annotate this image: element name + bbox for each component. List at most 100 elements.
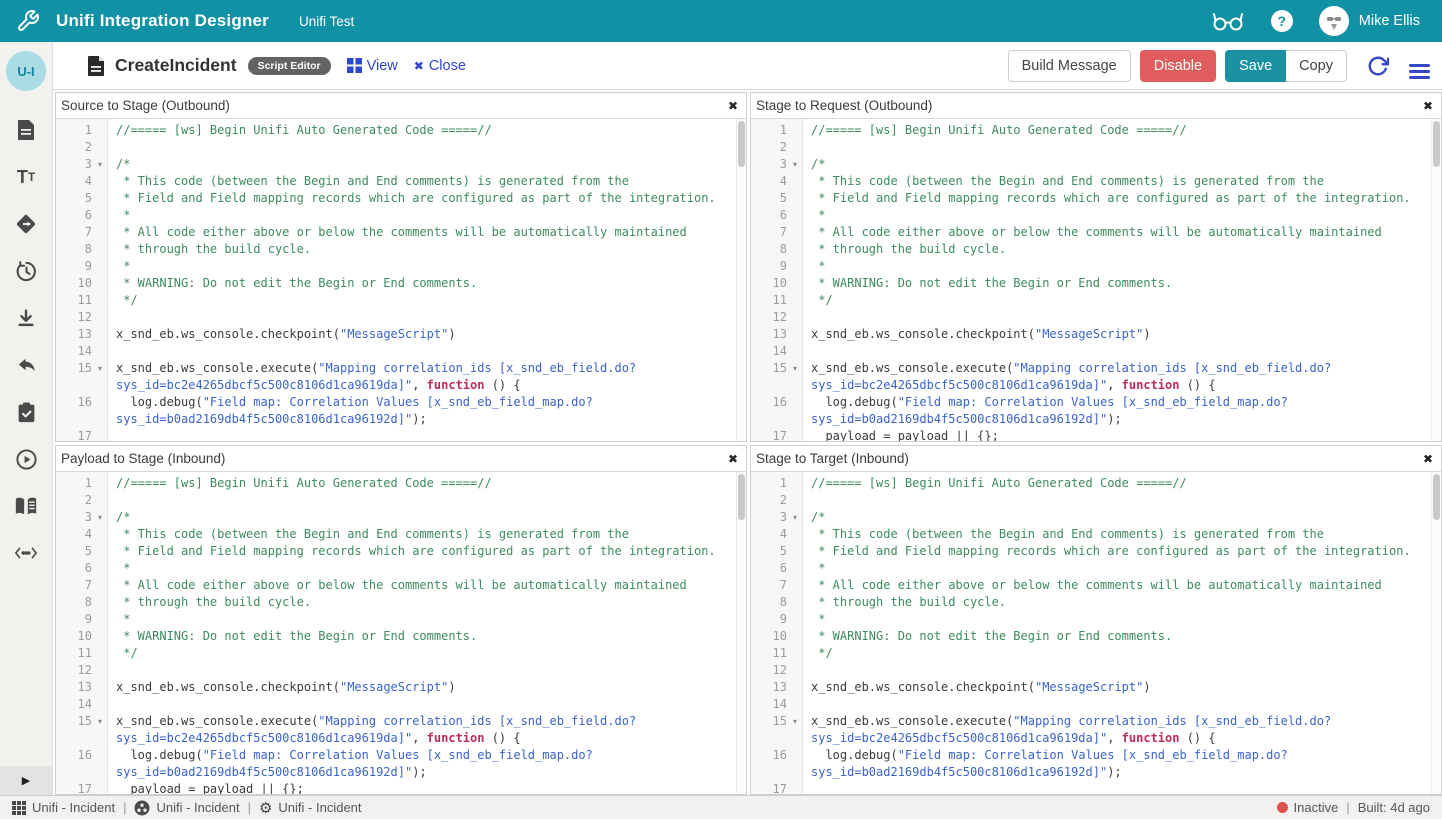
code-text[interactable]: x_snd_eb.ws_console.execute("Mapping cor… (803, 713, 1431, 747)
text-format-icon[interactable]: TT (14, 165, 38, 189)
code-text[interactable] (803, 343, 1431, 360)
code-text[interactable]: * This code (between the Begin and End c… (108, 173, 736, 190)
code-text[interactable]: * (803, 258, 1431, 275)
code-text[interactable]: * WARNING: Do not edit the Begin or End … (803, 275, 1431, 292)
code-text[interactable]: * Field and Field mapping records which … (108, 190, 736, 207)
fold-toggle-icon[interactable]: ▾ (92, 713, 108, 747)
code-text[interactable]: * All code either above or below the com… (803, 577, 1431, 594)
sidebar-expand-button[interactable]: ▶ (0, 766, 52, 795)
code-text[interactable]: x_snd_eb.ws_console.checkpoint("MessageS… (108, 679, 736, 696)
code-text[interactable]: * All code either above or below the com… (108, 224, 736, 241)
refresh-icon[interactable] (1367, 55, 1389, 77)
code-text[interactable]: //===== [ws] Begin Unifi Auto Generated … (108, 122, 736, 139)
code-text[interactable]: x_snd_eb.ws_console.checkpoint("MessageS… (803, 679, 1431, 696)
fold-toggle-icon[interactable]: ▾ (92, 360, 108, 394)
directions-icon[interactable] (14, 212, 38, 236)
user-name[interactable]: Mike Ellis (1359, 13, 1420, 29)
statusbar-item[interactable]: Unifi - Incident (12, 800, 115, 815)
script-icon[interactable] (14, 118, 38, 142)
code-text[interactable]: * (803, 611, 1431, 628)
fold-toggle-icon[interactable]: ▾ (787, 360, 803, 394)
code-text[interactable] (108, 139, 736, 156)
code-text[interactable]: * (108, 207, 736, 224)
code-text[interactable]: * WARNING: Do not edit the Begin or End … (108, 275, 736, 292)
code-text[interactable] (108, 696, 736, 713)
panel-close-icon[interactable]: ✖ (1423, 99, 1433, 113)
code-text[interactable] (108, 662, 736, 679)
code-text[interactable]: x_snd_eb.ws_console.execute("Mapping cor… (108, 713, 736, 747)
code-text[interactable]: log.debug("Field map: Correlation Values… (803, 394, 1431, 428)
panel-close-icon[interactable]: ✖ (728, 452, 738, 466)
code-text[interactable]: * All code either above or below the com… (803, 224, 1431, 241)
code-text[interactable] (803, 696, 1431, 713)
docs-icon[interactable] (14, 494, 38, 518)
code-lines[interactable]: 1//===== [ws] Begin Unifi Auto Generated… (751, 472, 1431, 794)
undo-icon[interactable] (14, 353, 38, 377)
preview-glasses-icon[interactable] (1211, 10, 1245, 32)
code-text[interactable]: * (803, 207, 1431, 224)
code-editor[interactable]: 1//===== [ws] Begin Unifi Auto Generated… (751, 472, 1441, 794)
code-text[interactable] (803, 139, 1431, 156)
code-text[interactable]: log.debug("Field map: Correlation Values… (108, 747, 736, 781)
code-text[interactable]: x_snd_eb.ws_console.execute("Mapping cor… (108, 360, 736, 394)
code-text[interactable]: */ (108, 292, 736, 309)
code-text[interactable]: */ (108, 645, 736, 662)
code-text[interactable]: */ (803, 645, 1431, 662)
editor-scrollbar[interactable] (736, 119, 746, 441)
code-editor[interactable]: 1//===== [ws] Begin Unifi Auto Generated… (56, 119, 746, 441)
code-text[interactable]: * WARNING: Do not edit the Begin or End … (803, 628, 1431, 645)
code-text[interactable]: * Field and Field mapping records which … (803, 543, 1431, 560)
statusbar-item[interactable]: ⚙ Unifi - Incident (259, 799, 362, 817)
code-text[interactable]: /* (803, 509, 1431, 526)
scrollbar-thumb[interactable] (738, 474, 745, 520)
tasks-icon[interactable] (14, 400, 38, 424)
download-icon[interactable] (14, 306, 38, 330)
build-message-button[interactable]: Build Message (1008, 50, 1131, 82)
close-button[interactable]: ✖ Close (414, 58, 466, 74)
code-text[interactable] (108, 309, 736, 326)
code-text[interactable]: payload = payload || {}; (803, 428, 1431, 441)
code-text[interactable]: //===== [ws] Begin Unifi Auto Generated … (803, 475, 1431, 492)
code-text[interactable]: * through the build cycle. (108, 241, 736, 258)
view-button[interactable]: View (347, 58, 398, 74)
panel-close-icon[interactable]: ✖ (1423, 452, 1433, 466)
code-text[interactable]: * through the build cycle. (108, 594, 736, 611)
code-text[interactable]: //===== [ws] Begin Unifi Auto Generated … (803, 122, 1431, 139)
code-text[interactable]: /* (108, 509, 736, 526)
scrollbar-thumb[interactable] (738, 121, 745, 167)
code-lines[interactable]: 1//===== [ws] Begin Unifi Auto Generated… (751, 119, 1431, 441)
code-text[interactable]: /* (803, 156, 1431, 173)
code-text[interactable]: * This code (between the Begin and End c… (108, 526, 736, 543)
code-text[interactable] (803, 781, 1431, 794)
code-text[interactable]: * (108, 611, 736, 628)
code-text[interactable] (108, 492, 736, 509)
code-text[interactable]: x_snd_eb.ws_console.checkpoint("MessageS… (108, 326, 736, 343)
code-text[interactable]: //===== [ws] Begin Unifi Auto Generated … (108, 475, 736, 492)
editor-scrollbar[interactable] (736, 472, 746, 794)
scrollbar-thumb[interactable] (1433, 121, 1440, 167)
code-text[interactable] (108, 343, 736, 360)
code-lines[interactable]: 1//===== [ws] Begin Unifi Auto Generated… (56, 472, 736, 794)
help-icon[interactable]: ? (1271, 10, 1293, 32)
code-text[interactable]: * All code either above or below the com… (108, 577, 736, 594)
code-text[interactable]: log.debug("Field map: Correlation Values… (108, 394, 736, 428)
editor-scrollbar[interactable] (1431, 119, 1441, 441)
editor-scrollbar[interactable] (1431, 472, 1441, 794)
fold-toggle-icon[interactable]: ▾ (92, 156, 108, 173)
code-text[interactable]: * (108, 258, 736, 275)
app-subtitle-tab[interactable]: Unifi Test (299, 14, 354, 29)
code-text[interactable]: * This code (between the Begin and End c… (803, 526, 1431, 543)
fold-toggle-icon[interactable]: ▾ (787, 156, 803, 173)
code-text[interactable]: payload = payload || {}; (108, 781, 736, 794)
panel-close-icon[interactable]: ✖ (728, 99, 738, 113)
copy-button[interactable]: Copy (1286, 50, 1347, 82)
run-icon[interactable] (14, 447, 38, 471)
code-text[interactable]: * (803, 560, 1431, 577)
code-text[interactable]: * (108, 560, 736, 577)
fold-toggle-icon[interactable]: ▾ (787, 509, 803, 526)
code-text[interactable]: * Field and Field mapping records which … (108, 543, 736, 560)
menu-icon[interactable] (1409, 61, 1430, 70)
code-text[interactable] (803, 662, 1431, 679)
code-icon[interactable] (14, 541, 38, 565)
avatar[interactable] (1319, 6, 1349, 36)
